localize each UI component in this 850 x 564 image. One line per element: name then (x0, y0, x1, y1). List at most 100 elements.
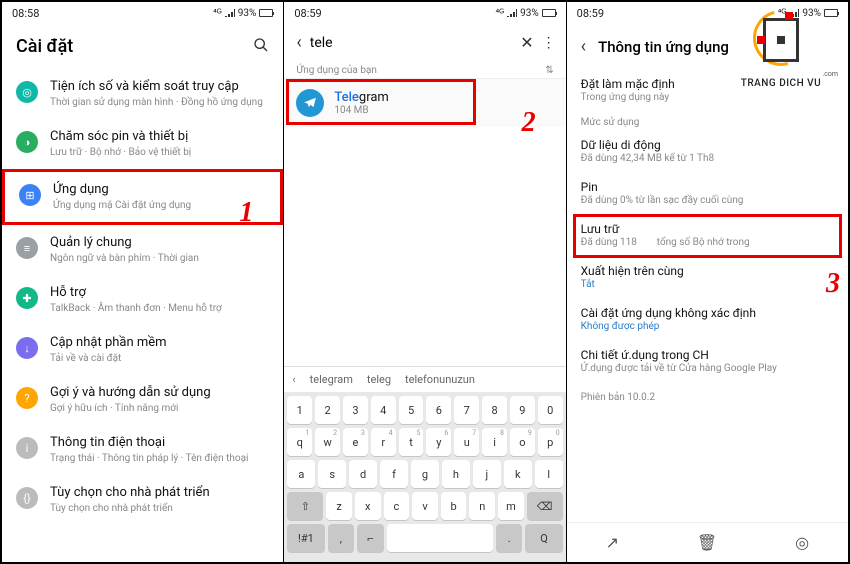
key[interactable]: n (469, 492, 495, 520)
search-key[interactable]: Q (525, 524, 562, 552)
key[interactable]: p0 (538, 428, 563, 456)
app-search-screen: 08:59 ⁴ᴳ 93% ‹ ✕ ⋮ Ứng dụng của bạn ⇅ Te… (284, 2, 566, 562)
mobile-data-item[interactable]: Dữ liệu di động Đã dùng 42,34 MB kể từ 1… (579, 130, 836, 172)
key[interactable]: k (504, 460, 532, 488)
item-icon: {} (16, 487, 38, 509)
battery-item[interactable]: Pin Đã dùng 0% từ lần sạc đầy cuối cùng (579, 172, 836, 214)
key[interactable]: v (412, 492, 438, 520)
settings-item[interactable]: ≡ Quản lý chung Ngôn ngữ và bàn phím · T… (2, 225, 283, 275)
appear-on-top-item[interactable]: Xuất hiện trên cùng Tắt (579, 256, 836, 298)
key[interactable]: 4 (371, 396, 396, 424)
install-unknown-item[interactable]: Cài đặt ứng dụng không xác định Không đư… (579, 298, 836, 340)
key[interactable]: y6 (426, 428, 451, 456)
settings-item[interactable]: ↓ Cập nhật phần mềm Tải về và cài đặt (2, 325, 283, 375)
force-stop-icon[interactable]: ◎ (795, 533, 809, 552)
telegram-icon (296, 89, 324, 117)
key[interactable]: 5 (399, 396, 424, 424)
key[interactable]: i8 (482, 428, 507, 456)
item-icon: ✚ (16, 287, 38, 309)
key[interactable]: s (318, 460, 346, 488)
annotation-marker-2: 2 (522, 107, 536, 139)
key[interactable]: g (411, 460, 439, 488)
sort-icon[interactable]: ⇅ (545, 65, 553, 76)
suggestion[interactable]: telefonunuzun (405, 373, 475, 386)
search-input[interactable] (310, 35, 513, 51)
settings-item[interactable]: {} Tùy chọn cho nhà phát triển Tùy chọn … (2, 475, 283, 525)
item-title: Cập nhật phần mềm (50, 335, 269, 350)
key[interactable]: 9 (510, 396, 535, 424)
search-icon[interactable] (253, 37, 269, 57)
backspace-key[interactable]: ⌫ (527, 492, 563, 520)
header: ‹ Thông tin ứng dụng (567, 24, 848, 69)
suggest-back-icon[interactable]: ‹ (292, 373, 295, 386)
key[interactable]: o9 (510, 428, 535, 456)
settings-item[interactable]: ? Gợi ý và hướng dẫn sử dụng Gợi ý hữu í… (2, 375, 283, 425)
open-icon[interactable]: ↗ (606, 533, 619, 552)
section-label: Ứng dụng của bạn ⇅ (284, 61, 565, 79)
key[interactable]: z (326, 492, 352, 520)
key[interactable]: m (498, 492, 524, 520)
storage-item[interactable]: Lưu trữ Đã dùng 118 tổng số Bộ nhớ trong (579, 214, 836, 256)
status-right: ⁴ᴳ 93% (213, 8, 273, 19)
keyboard-suggestions: ‹ telegram teleg telefonunuzun (284, 366, 565, 392)
suggestion[interactable]: teleg (367, 373, 391, 386)
shift-key[interactable]: ⇧ (287, 492, 323, 520)
item-icon: ◑ (16, 131, 38, 153)
status-time: 08:58 (12, 7, 39, 20)
uninstall-icon[interactable]: 🗑 (697, 533, 717, 552)
space-key[interactable] (387, 524, 493, 552)
key[interactable]: x (355, 492, 381, 520)
more-icon[interactable]: ⋮ (542, 35, 554, 51)
key[interactable]: w2 (315, 428, 340, 456)
key[interactable]: 6 (426, 396, 451, 424)
suggestion[interactable]: telegram (310, 373, 353, 386)
status-time: 08:59 (294, 7, 321, 20)
settings-item[interactable]: ◎ Tiện ích số và kiểm soát truy cập Thời… (2, 69, 283, 119)
comma-key[interactable]: , (328, 524, 355, 552)
settings-item[interactable]: ✚ Hỗ trợ TalkBack · Âm thanh đơn · Menu … (2, 275, 283, 325)
back-icon[interactable]: ‹ (296, 32, 301, 53)
key[interactable]: c (384, 492, 410, 520)
key[interactable]: 2 (315, 396, 340, 424)
lte-icon: ⁴ᴳ (778, 8, 787, 19)
key[interactable]: f (380, 460, 408, 488)
store-details-item[interactable]: Chi tiết ứ.dụng trong CH Ứ.dụng được tải… (579, 340, 836, 382)
key[interactable]: t5 (399, 428, 424, 456)
lang-key[interactable]: ⌐ (357, 524, 384, 552)
search-header: ‹ ✕ ⋮ (284, 24, 565, 61)
clear-icon[interactable]: ✕ (520, 33, 533, 52)
symbols-key[interactable]: !#1 (287, 524, 324, 552)
battery-pct: 93% (238, 8, 257, 19)
signal-icon (507, 9, 517, 17)
item-icon: ? (16, 387, 38, 409)
key[interactable]: 1 (287, 396, 312, 424)
key[interactable]: 8 (482, 396, 507, 424)
key[interactable]: r4 (371, 428, 396, 456)
settings-item[interactable]: ◑ Chăm sóc pin và thiết bị Lưu trữ · Bộ … (2, 119, 283, 169)
item-title: Gợi ý và hướng dẫn sử dụng (50, 385, 269, 400)
key[interactable]: u7 (454, 428, 479, 456)
set-default-item[interactable]: Đặt làm mặc định Trong ứng dụng này (579, 69, 836, 111)
key[interactable]: h (442, 460, 470, 488)
key[interactable]: e3 (343, 428, 368, 456)
item-title: Tiện ích số và kiểm soát truy cập (50, 79, 269, 94)
key[interactable]: a (287, 460, 315, 488)
key[interactable]: 0 (538, 396, 563, 424)
key[interactable]: b (441, 492, 467, 520)
key[interactable]: q1 (287, 428, 312, 456)
key[interactable]: 3 (343, 396, 368, 424)
key[interactable]: j (473, 460, 501, 488)
item-subtitle: TalkBack · Âm thanh đơn · Menu hỗ trợ (50, 302, 269, 315)
period-key[interactable]: . (496, 524, 523, 552)
key[interactable]: 7 (454, 396, 479, 424)
keyboard: 1234567890 q1w2e3r4t5y6u7i8o9p0 asdfghjkl ⇧… (284, 392, 565, 562)
item-subtitle: Tùy chọn cho nhà phát triển (50, 502, 269, 515)
status-bar: 08:58 ⁴ᴳ 93% (2, 2, 283, 24)
item-subtitle: Tải về và cài đặt (50, 352, 269, 365)
key[interactable]: d (349, 460, 377, 488)
settings-item[interactable]: i Thông tin điện thoại Trạng thái · Thôn… (2, 425, 283, 475)
key[interactable]: l (535, 460, 563, 488)
back-icon[interactable]: ‹ (581, 36, 586, 57)
item-icon: i (16, 437, 38, 459)
lte-icon: ⁴ᴳ (213, 8, 222, 19)
